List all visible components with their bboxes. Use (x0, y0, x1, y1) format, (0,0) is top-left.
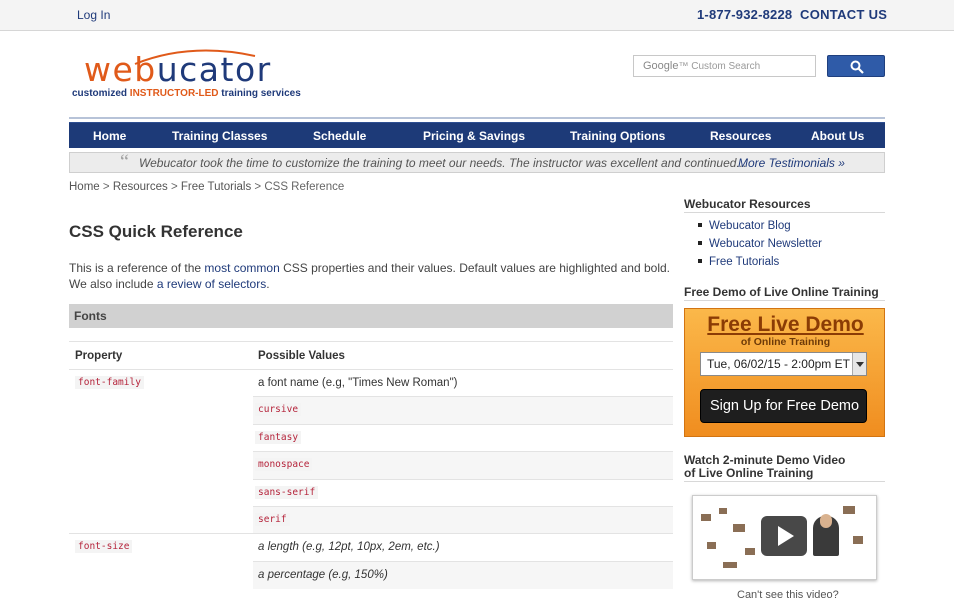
breadcrumb-resources[interactable]: Resources (113, 181, 168, 193)
property-value: fantasy (255, 430, 302, 444)
phone-number: 1-877-932-8228 (697, 7, 793, 22)
main-nav: Home Training Classes Schedule Pricing &… (69, 122, 885, 148)
section-header-fonts: Fonts (69, 304, 673, 328)
chevron-down-icon[interactable] (852, 353, 866, 375)
table-row: font-size a length (e.g, 12pt, 10px, 2em,… (69, 533, 673, 562)
search-button[interactable] (827, 55, 885, 77)
nav-home[interactable]: Home (93, 129, 126, 143)
table-header-row: Property Possible Values (69, 341, 673, 369)
property-value: a length (e.g, 12pt, 10px, 2em, etc.) (258, 541, 440, 554)
contact-us-link[interactable]: CONTACT US (800, 7, 887, 22)
nav-pricing-savings[interactable]: Pricing & Savings (423, 129, 525, 143)
property-name: font-family (75, 376, 144, 389)
testimonial-bar: “ Webucator took the time to customize t… (69, 151, 885, 173)
search-icon (850, 60, 864, 74)
most-common-link[interactable]: most common (204, 261, 279, 275)
column-header-values: Possible Values (258, 350, 345, 362)
demo-video-thumbnail[interactable] (692, 495, 877, 580)
sidebar-resources-heading: Webucator Resources (684, 197, 811, 211)
list-item: Webucator Blog (698, 220, 791, 232)
logo-wordmark: webucator (84, 50, 272, 89)
free-live-demo-title[interactable]: Free Live Demo (685, 313, 886, 337)
property-value: monospace (255, 458, 313, 472)
nav-divider (69, 117, 885, 119)
table-row: monospace (69, 451, 673, 480)
property-value: cursive (255, 403, 302, 417)
sidebar-divider (684, 481, 885, 482)
table-row: serif (69, 506, 673, 534)
breadcrumb-current: CSS Reference (264, 181, 345, 193)
sidebar-divider (684, 212, 885, 213)
search-input[interactable]: Google™ Custom Search (633, 55, 816, 77)
webucator-newsletter-link[interactable]: Webucator Newsletter (709, 238, 822, 250)
demo-date-value: Tue, 06/02/15 - 2:00pm ET (707, 357, 850, 371)
breadcrumb: Home > Resources > Free Tutorials > CSS … (69, 181, 345, 193)
intro-paragraph: This is a reference of the most common C… (69, 261, 671, 291)
property-value: serif (255, 513, 290, 526)
quote-icon: “ (120, 151, 129, 173)
sidebar-video-heading: Watch 2-minute Demo Video of Live Online… (684, 453, 846, 480)
logo-tagline: customized INSTRUCTOR-LED training servi… (72, 88, 301, 99)
nav-training-options[interactable]: Training Options (570, 129, 665, 143)
search-placeholder: Google™ Custom Search (643, 60, 761, 72)
sign-up-demo-button[interactable]: Sign Up for Free Demo (700, 389, 867, 423)
property-value: a font name (e.g, "Times New Roman") (258, 377, 458, 389)
list-item: Webucator Newsletter (698, 238, 822, 250)
nav-about-us[interactable]: About Us (811, 129, 864, 143)
free-tutorials-link[interactable]: Free Tutorials (709, 256, 779, 268)
webucator-blog-link[interactable]: Webucator Blog (709, 220, 791, 232)
list-item: Free Tutorials (698, 256, 779, 268)
table-row: font-family a font name (e.g, "Times New … (69, 369, 673, 397)
review-of-selectors-link[interactable]: a review of selectors (157, 277, 266, 291)
free-demo-subtitle: of Online Training (740, 336, 831, 348)
column-header-property: Property (75, 350, 123, 362)
free-demo-panel: Free Live Demo of Online Training Tue, 0… (684, 308, 885, 437)
sidebar-demo-heading: Free Demo of Live Online Training (684, 285, 879, 299)
more-testimonials-link[interactable]: More Testimonials » (738, 156, 845, 170)
testimonial-text: Webucator took the time to customize the… (139, 156, 747, 170)
nav-schedule[interactable]: Schedule (313, 129, 366, 143)
breadcrumb-home[interactable]: Home (69, 181, 100, 193)
cant-see-video-link[interactable]: Can't see this video? (737, 589, 839, 600)
property-name: font-size (75, 540, 133, 554)
breadcrumb-free-tutorials[interactable]: Free Tutorials (181, 181, 251, 193)
table-row: sans-serif (69, 478, 673, 506)
table-row: a percentage (e.g, 150%) (69, 560, 673, 589)
play-icon[interactable] (761, 516, 807, 556)
table-row: cursive (69, 396, 673, 425)
login-link[interactable]: Log In (77, 8, 110, 22)
page-title: CSS Quick Reference (69, 222, 243, 241)
property-value: a percentage (e.g, 150%) (258, 568, 388, 581)
table-row: fantasy (69, 423, 673, 451)
property-value: sans-serif (255, 485, 319, 499)
webucator-logo[interactable]: webucator customized INSTRUCTOR-LED trai… (70, 46, 330, 108)
nav-resources[interactable]: Resources (710, 129, 771, 143)
nav-training-classes[interactable]: Training Classes (172, 129, 267, 143)
demo-date-select[interactable]: Tue, 06/02/15 - 2:00pm ET (700, 352, 867, 376)
sidebar-divider (684, 300, 885, 301)
top-bar: Log In 1-877-932-8228 CONTACT US (0, 0, 954, 31)
